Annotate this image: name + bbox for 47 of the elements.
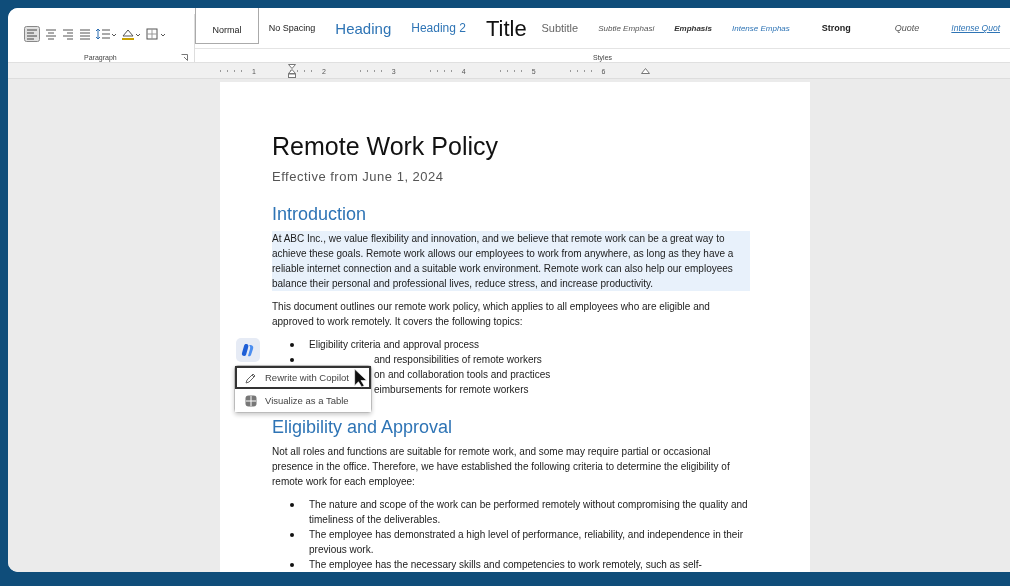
- align-left-icon[interactable]: [24, 26, 40, 42]
- style-option[interactable]: Quote: [872, 10, 942, 46]
- body-paragraph: At ABC Inc., we value flexibility and innovation, and we believe that remote work can be a great way to achieve these goals. Remote work allows our employees to work from anywhere, as long as they have a reliable internet connection and a suitable work environment. Remote work can also help our employees balance their personal and professional lives, reduce stress, and increase productivity.: [272, 231, 750, 291]
- bullet-item: eimbursements for remote workers: [374, 383, 529, 397]
- bullet-item: The nature and scope of the work can be performed remotely without compromising the quality and timeliness of the deliverables.: [309, 498, 749, 527]
- style-option[interactable]: Heading: [325, 10, 402, 46]
- align-center-icon[interactable]: [45, 28, 57, 40]
- document-subtitle: Effective from June 1, 2024: [272, 169, 445, 184]
- bullet-icon: [290, 357, 294, 362]
- section-heading: Introduction: [272, 204, 368, 225]
- menu-item[interactable]: Rewrite with Copilot: [235, 366, 371, 389]
- body-paragraph: This document outlines our remote work policy, which applies to all employees who are eligible and approved to work remotely. It covers the following topics:: [272, 300, 711, 329]
- copilot-logo-icon[interactable]: [236, 338, 260, 362]
- bullet-icon: [290, 562, 294, 567]
- bullet-icon: [290, 532, 294, 537]
- style-option[interactable]: Title: [475, 20, 532, 38]
- body-paragraph: Not all roles and functions are suitable for remote work, and some may require partial or occasional presence in the office. Therefore, we have established the following criteria to determine the eligibility of remote work for each employee:: [272, 445, 731, 489]
- section-heading: Eligibility and Approval: [272, 417, 454, 438]
- style-option[interactable]: Subtitle: [531, 10, 589, 46]
- bullet-item: The employee has the necessary skills and competencies to work remotely, such as self-: [309, 558, 702, 572]
- style-option[interactable]: Subtle Emphasi: [588, 10, 665, 46]
- align-right-icon[interactable]: [62, 28, 74, 40]
- style-option[interactable]: Strong: [799, 10, 873, 46]
- dialog-launcher-icon[interactable]: [181, 54, 188, 61]
- indent-marker-icon[interactable]: [288, 64, 296, 78]
- style-option[interactable]: Intense Quot: [941, 10, 1010, 46]
- borders-icon[interactable]: [146, 28, 166, 40]
- mouse-pointer-icon: [354, 368, 368, 388]
- document-title: Remote Work Policy: [272, 132, 499, 161]
- style-option[interactable]: No Spacing: [258, 10, 326, 46]
- bullet-icon: [290, 502, 294, 507]
- style-option[interactable]: Normal: [195, 8, 259, 44]
- table-icon: [245, 394, 257, 407]
- bullet-item: The employee has demonstrated a high level of performance, reliability, and independence in their previous work.: [309, 528, 744, 557]
- style-option[interactable]: Heading 2: [401, 10, 476, 46]
- bullet-icon: [290, 342, 294, 347]
- bullet-item: Eligibility criteria and approval process: [309, 338, 480, 352]
- style-option[interactable]: Intense Emphas: [722, 10, 800, 46]
- line-spacing-icon[interactable]: [96, 28, 116, 40]
- menu-item[interactable]: Visualize as a Table: [235, 389, 371, 412]
- right-indent-marker-icon[interactable]: [641, 68, 651, 74]
- justify-icon[interactable]: [79, 28, 91, 40]
- shading-icon[interactable]: [121, 28, 141, 40]
- bullet-item: on and collaboration tools and practices: [374, 368, 551, 382]
- bullet-item: and responsibilities of remote workers: [374, 353, 542, 367]
- pen-icon: [245, 371, 257, 384]
- style-option[interactable]: Emphasis: [664, 10, 722, 46]
